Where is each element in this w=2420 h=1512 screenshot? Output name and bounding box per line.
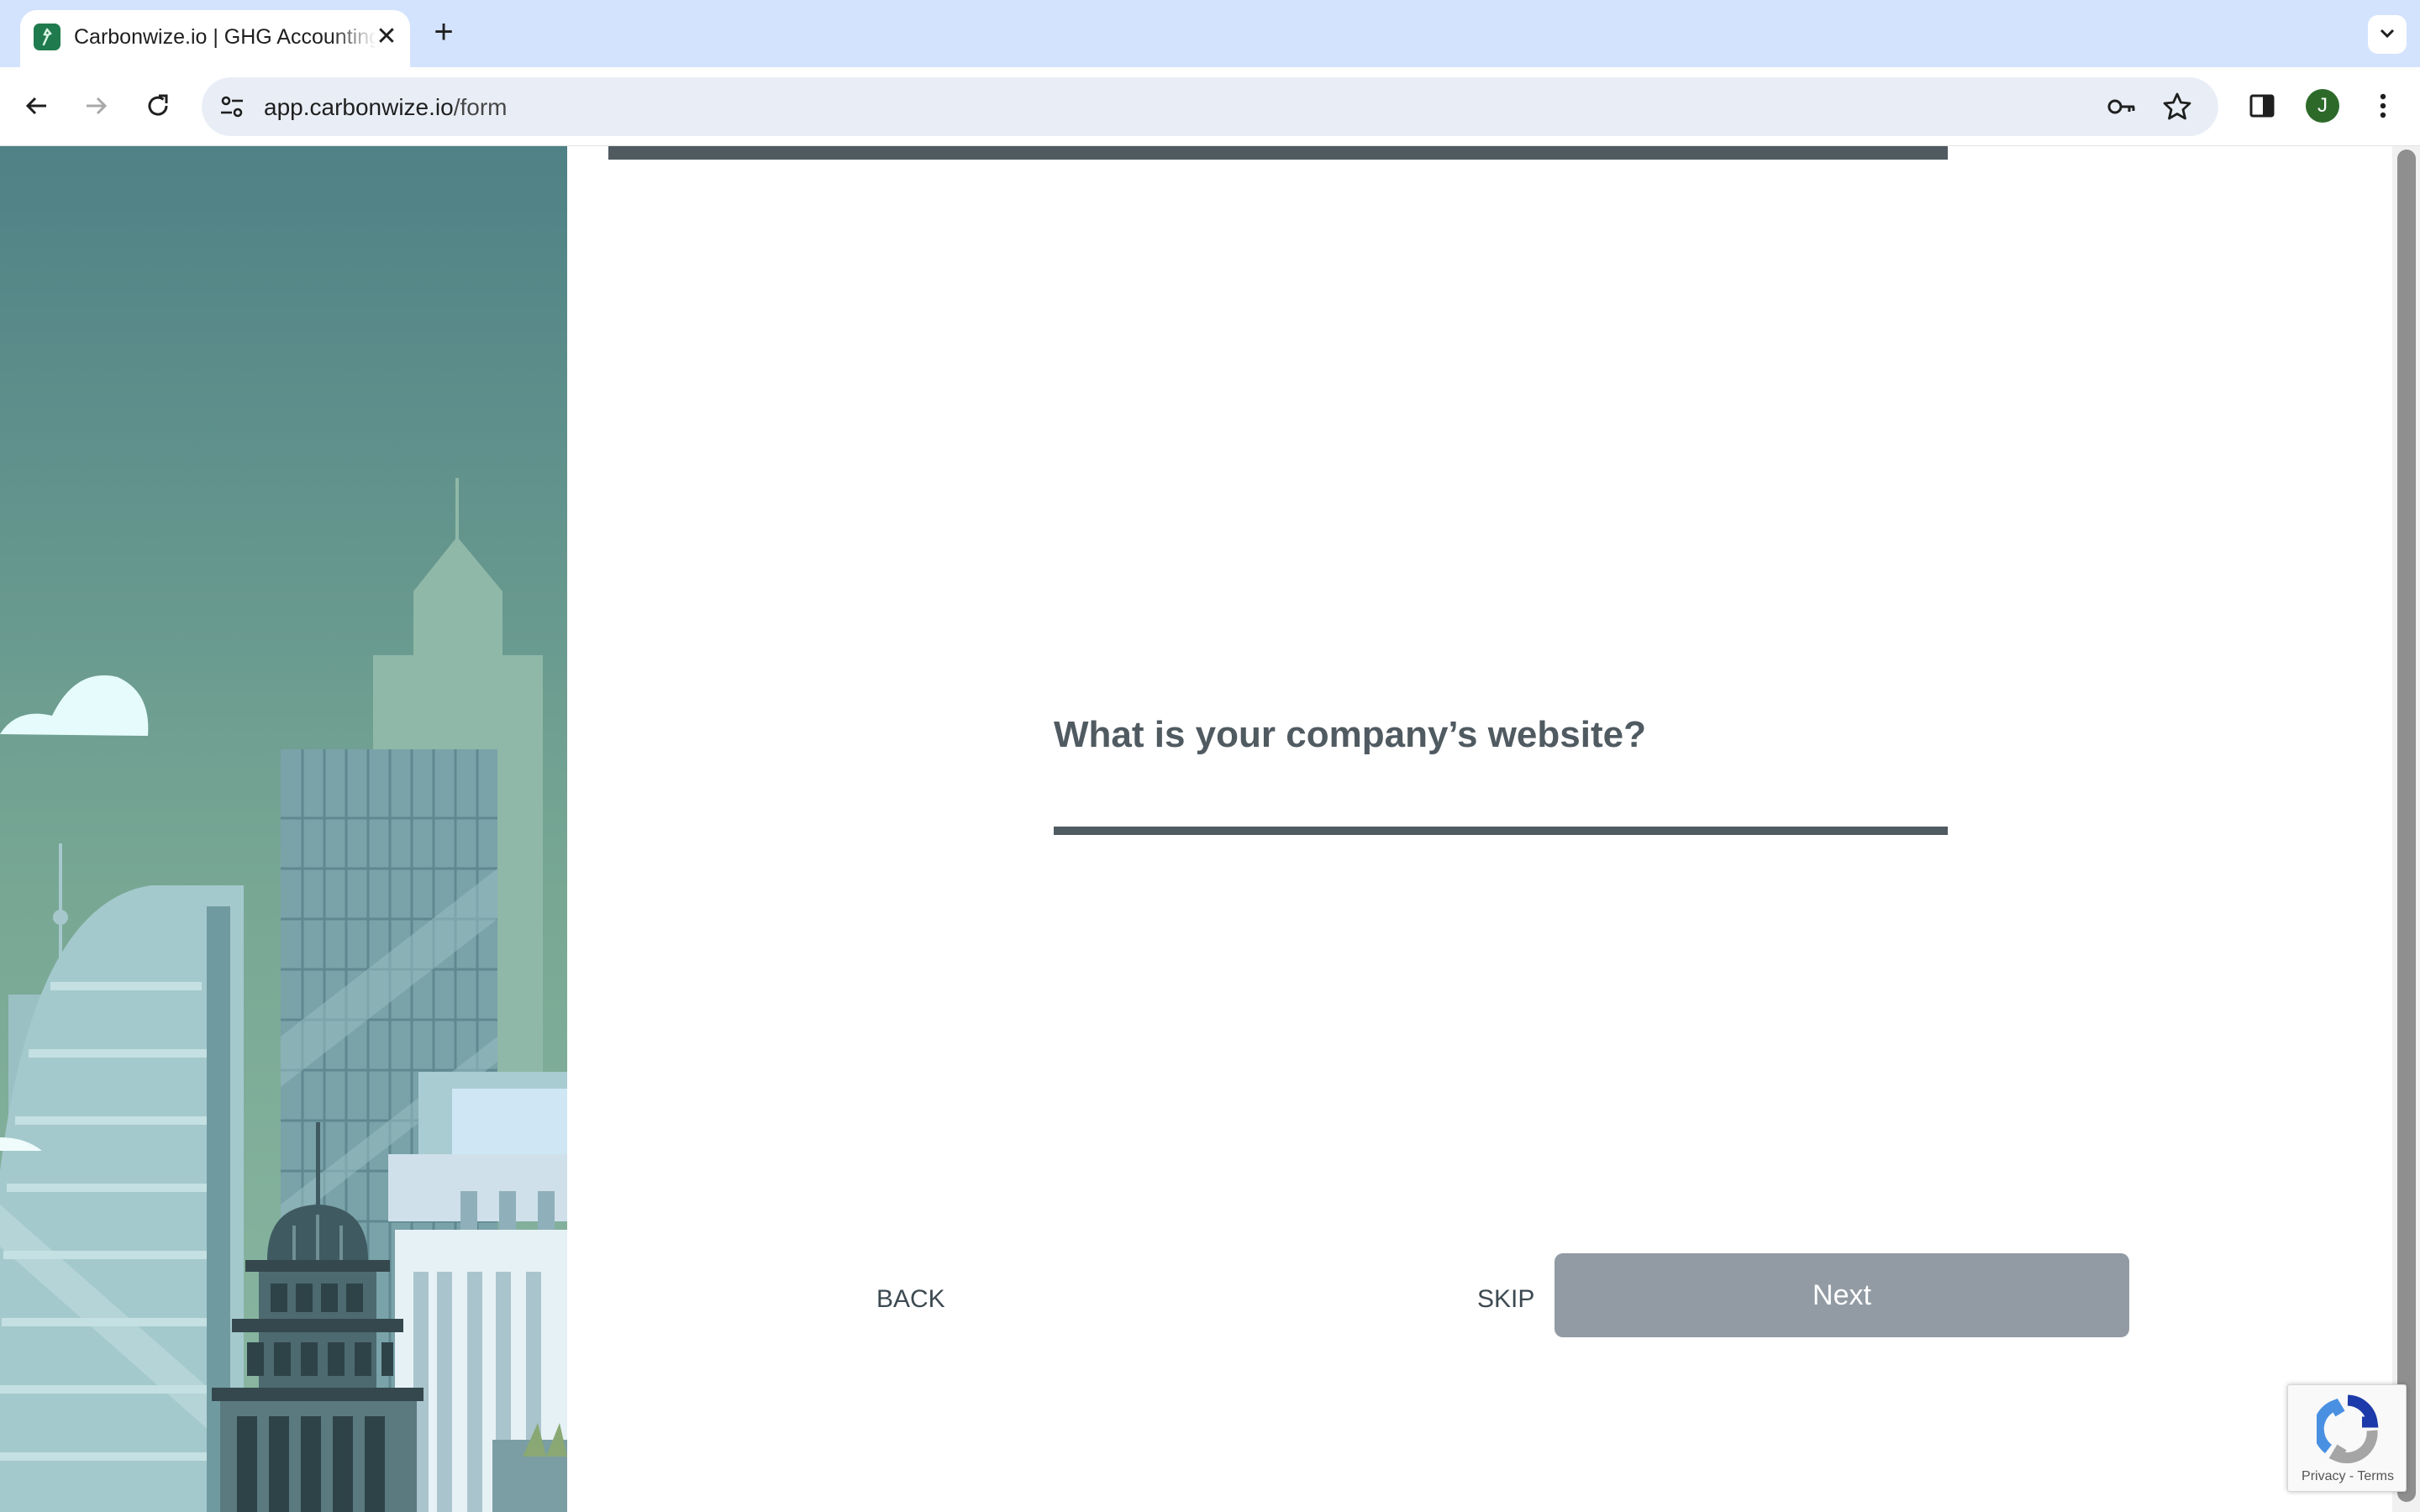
recaptcha-links: Privacy - Terms: [2288, 1469, 2407, 1484]
browser-tab[interactable]: Carbonwize.io | GHG Accounting ✕: [20, 10, 410, 67]
form-pane: What is your company’s website? BACK SKI…: [567, 146, 2392, 1512]
carbonwize-favicon-icon: [34, 24, 60, 50]
progress-bar: [608, 146, 1948, 160]
menu-icon[interactable]: [2363, 86, 2403, 126]
profile-avatar[interactable]: J: [2306, 89, 2339, 123]
browser-toolbar: app.carbonwize.io/form J: [0, 67, 2420, 146]
privacy-link[interactable]: Privacy: [2302, 1469, 2345, 1483]
next-button[interactable]: Next: [1555, 1253, 2129, 1337]
question-label: What is your company’s website?: [1054, 714, 1646, 755]
tab-close-icon[interactable]: ✕: [371, 22, 402, 52]
terms-link[interactable]: Terms: [2357, 1469, 2394, 1483]
key-icon[interactable]: [2106, 91, 2138, 123]
link-separator: -: [2345, 1469, 2358, 1483]
tab-search-icon[interactable]: [2368, 15, 2407, 54]
page-viewport: What is your company’s website? BACK SKI…: [0, 146, 2420, 1512]
side-panel-icon[interactable]: [2242, 86, 2282, 126]
forward-icon[interactable]: [76, 86, 116, 126]
tab-title: Carbonwize.io | GHG Accounting: [74, 25, 376, 49]
recaptcha-icon: [2312, 1394, 2379, 1468]
url-text[interactable]: app.carbonwize.io/form: [264, 94, 507, 121]
address-bar[interactable]: app.carbonwize.io/form: [202, 77, 2218, 136]
reload-icon[interactable]: [138, 86, 178, 126]
scrollbar-thumb[interactable]: [2397, 150, 2416, 1502]
back-icon[interactable]: [17, 86, 57, 126]
back-button[interactable]: BACK: [863, 1277, 959, 1322]
recaptcha-badge[interactable]: Privacy - Terms: [2287, 1384, 2407, 1492]
site-info-icon[interactable]: [217, 92, 247, 122]
city-skyline-image: [0, 146, 567, 1512]
page-scrollbar[interactable]: [2392, 146, 2420, 1512]
new-tab-button[interactable]: +: [425, 15, 462, 52]
url-path: /form: [453, 94, 508, 120]
tab-strip: Carbonwize.io | GHG Accounting ✕ +: [0, 0, 2420, 67]
website-input[interactable]: [1054, 768, 1948, 835]
star-icon[interactable]: [2161, 91, 2193, 123]
url-host: app.carbonwize.io: [264, 94, 454, 120]
skip-button[interactable]: SKIP: [1464, 1277, 1548, 1322]
city-illustration: [0, 146, 567, 1512]
